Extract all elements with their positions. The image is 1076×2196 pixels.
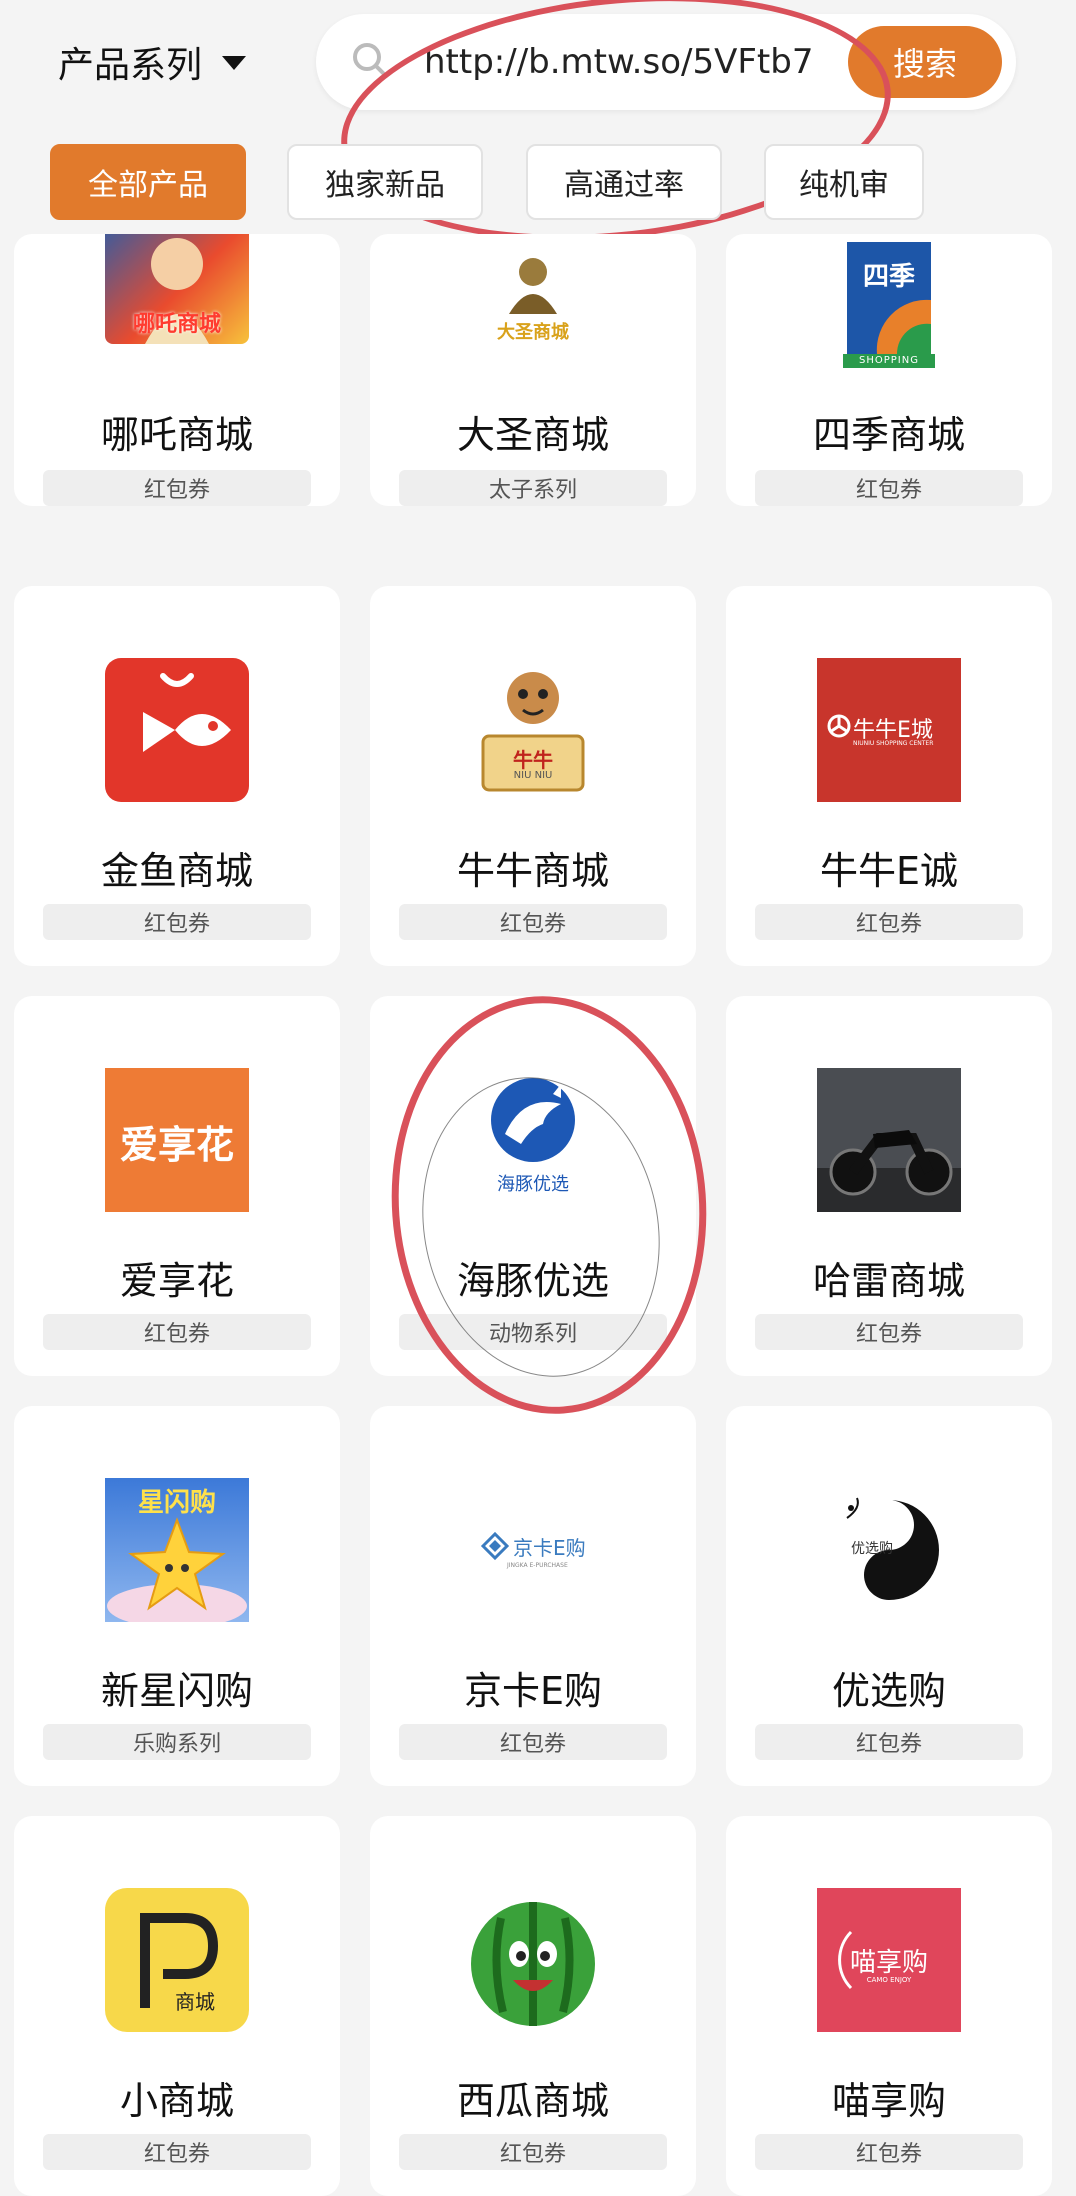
product-logo: 大圣商城 [461,234,605,346]
product-logo-text: 商城 [175,1990,215,2014]
product-name: 西瓜商城 [456,2079,609,2123]
product-logo: 京卡E购 JINGKA E-PURCHASE [461,1478,605,1622]
product-name: 哪吒商城 [100,413,253,457]
product-logo: 喵享购 CAMO ENJOY [817,1888,961,2032]
product-logo: 牛牛 NIU NIU [461,658,605,802]
product-card[interactable]: 星闪购 新星闪购 乐购系列 [14,1406,340,1786]
product-name: 哈雷商城 [812,1259,965,1303]
product-tag: 红包券 [43,1314,311,1350]
watermelon-logo [461,1888,605,2032]
product-logo: 牛牛E城 NIUNIU SHOPPING CENTER [817,658,961,802]
product-logo-subtext: NIUNIU SHOPPING CENTER [853,740,934,747]
motorcycle-logo [817,1068,961,1212]
product-card[interactable]: 四季 SHOPPING 四季商城 红包券 [726,234,1052,506]
product-card[interactable]: 牛牛E城 NIUNIU SHOPPING CENTER 牛牛E诚 红包券 [726,586,1052,966]
product-name: 牛牛商城 [456,849,609,893]
product-logo-text: 哪吒商城 [132,312,221,337]
product-card[interactable]: 京卡E购 JINGKA E-PURCHASE 京卡E购 红包券 [370,1406,696,1786]
product-logo-text: 大圣商城 [497,322,569,343]
filter-chip-all[interactable]: 全部产品 [50,144,246,220]
product-logo-text: 爱享花 [119,1123,234,1167]
product-logo: 海豚优选 [461,1068,605,1212]
product-card[interactable]: 喵享购 CAMO ENJOY 喵享购 红包券 [726,1816,1052,2196]
product-logo-subtext: JINGKA E-PURCHASE [507,1562,568,1569]
search-bar: 搜索 [316,14,1016,110]
product-logo: 星闪购 [105,1478,249,1622]
product-card[interactable]: 西瓜商城 红包券 [370,1816,696,2196]
search-input[interactable] [424,34,884,90]
product-name: 喵享购 [831,2079,946,2123]
product-tag: 乐购系列 [43,1724,311,1760]
product-name: 京卡E购 [463,1669,602,1713]
product-logo-text: 星闪购 [137,1488,216,1518]
product-tag: 红包券 [755,2134,1023,2170]
product-name: 新星闪购 [100,1669,253,1713]
filter-chip-machine-review[interactable]: 纯机审 [764,144,924,220]
product-card[interactable]: 金鱼商城 红包券 [14,586,340,966]
product-tag: 红包券 [755,1724,1023,1760]
product-logo: 哪吒商城 [105,234,249,344]
product-tag: 动物系列 [399,1314,667,1350]
product-tag: 红包券 [755,904,1023,940]
product-name: 优选购 [831,1669,946,1713]
search-icon [353,43,388,78]
product-name: 小商城 [119,2079,234,2123]
product-tag: 红包券 [755,470,1023,506]
product-card[interactable]: 哪吒商城 哪吒商城 红包券 [14,234,340,506]
product-card[interactable]: 牛牛 NIU NIU 牛牛商城 红包券 [370,586,696,966]
product-name: 四季商城 [812,413,965,457]
product-logo-text: 四季 [862,262,915,292]
caret-down-icon [222,56,247,70]
product-tag: 红包券 [399,904,667,940]
product-tag: 红包券 [399,1724,667,1760]
product-name: 海豚优选 [456,1259,609,1303]
product-card[interactable]: 哈雷商城 红包券 [726,996,1052,1376]
product-card[interactable]: 优选购 优选购 红包券 [726,1406,1052,1786]
product-name: 爱享花 [119,1259,234,1303]
series-dropdown-label: 产品系列 [58,45,203,86]
product-tag: 红包券 [43,470,311,506]
product-tag: 红包券 [755,1314,1023,1350]
product-logo-subtext: NIU NIU [513,770,553,781]
series-dropdown[interactable]: 产品系列 [58,34,247,90]
product-card[interactable]: 爱享花 爱享花 红包券 [14,996,340,1376]
product-logo: 爱享花 [105,1068,249,1212]
product-logo-text: 优选购 [851,1541,893,1557]
product-card[interactable]: 商城 小商城 红包券 [14,1816,340,2196]
top-bar: 产品系列 搜索 [0,0,1076,135]
product-tag: 红包券 [43,904,311,940]
product-tag: 红包券 [399,2134,667,2170]
product-logo: 商城 [105,1888,249,2032]
product-name: 金鱼商城 [100,849,253,893]
product-card[interactable]: 大圣商城 大圣商城 太子系列 [370,234,696,506]
goldfish-logo [105,658,249,802]
product-tag: 红包券 [43,2134,311,2170]
product-logo-subtext: SHOPPING [859,355,919,366]
product-logo-subtext: CAMO ENJOY [866,1976,912,1984]
product-name: 牛牛E诚 [819,849,958,893]
product-logo: 优选购 [817,1478,961,1622]
filter-chip-high-pass[interactable]: 高通过率 [526,144,722,220]
product-name: 大圣商城 [456,413,609,457]
product-logo-text: 牛牛 [513,748,553,772]
product-card[interactable]: 海豚优选 海豚优选 动物系列 [370,996,696,1376]
product-logo-text: 海豚优选 [497,1174,569,1195]
filter-chip-new[interactable]: 独家新品 [287,144,483,220]
product-logo-text: 喵享购 [849,1948,928,1978]
product-logo-text: 京卡E购 [513,1536,586,1560]
product-logo: 四季 SHOPPING [817,234,961,370]
search-button[interactable]: 搜索 [848,26,1002,98]
product-tag: 太子系列 [399,470,667,506]
